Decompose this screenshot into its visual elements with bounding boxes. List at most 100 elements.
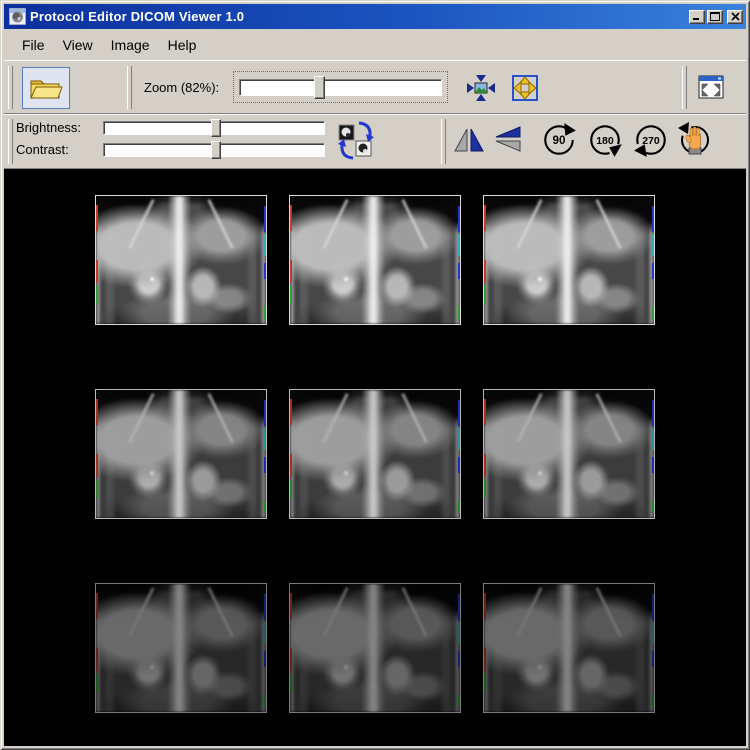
- scan-image: [484, 390, 654, 518]
- minimize-button[interactable]: [689, 9, 705, 24]
- orientation-marker-teal: [264, 428, 266, 451]
- orientation-marker-green: [484, 673, 486, 692]
- orientation-marker-blue: [264, 400, 266, 426]
- contrast-slider-track[interactable]: [103, 141, 325, 159]
- fit-to-window-button[interactable]: [466, 73, 496, 103]
- contrast-slider-thumb[interactable]: [211, 141, 222, 159]
- orientation-marker-green: [458, 694, 460, 707]
- dicom-thumbnail-r1c2[interactable]: [289, 195, 461, 325]
- brightness-slider-thumb[interactable]: [211, 119, 222, 137]
- orientation-marker-teal: [652, 234, 654, 257]
- orientation-marker-red: [290, 398, 292, 425]
- close-icon: [730, 12, 740, 21]
- orientation-marker-green: [96, 285, 98, 304]
- orientation-marker-blue: [652, 594, 654, 620]
- orientation-marker-blue: [652, 650, 654, 668]
- scan-image: [484, 584, 654, 712]
- toolbar-gripper[interactable]: [127, 66, 132, 109]
- maximize-icon: [710, 12, 720, 21]
- fullscreen-button[interactable]: [696, 73, 726, 101]
- toolbar-gripper[interactable]: [8, 66, 13, 109]
- orientation-marker-red: [96, 454, 98, 478]
- scan-image: [96, 584, 266, 712]
- rotate-180-button[interactable]: 180: [586, 121, 624, 159]
- zoom-slider[interactable]: [233, 71, 448, 103]
- free-rotate-button[interactable]: [676, 120, 714, 160]
- open-folder-icon: [30, 80, 63, 99]
- close-button[interactable]: [727, 9, 743, 24]
- zoom-slider-thumb[interactable]: [314, 76, 326, 99]
- scan-image: [290, 390, 460, 518]
- orientation-marker-green: [290, 479, 292, 498]
- flip-horizontal-button[interactable]: [452, 124, 486, 154]
- orientation-marker-green: [264, 500, 266, 513]
- orientation-marker-red: [290, 204, 292, 231]
- orientation-marker-blue: [264, 206, 266, 232]
- orientation-marker-green: [652, 694, 654, 707]
- orientation-marker-green: [652, 306, 654, 319]
- open-file-button[interactable]: [22, 67, 70, 109]
- rotate-270-button[interactable]: 270: [632, 121, 670, 159]
- image-actual-size-icon: [512, 75, 538, 101]
- orientation-marker-green: [484, 285, 486, 304]
- orientation-marker-teal: [458, 234, 460, 257]
- orientation-marker-green: [290, 673, 292, 692]
- actual-size-button[interactable]: [509, 72, 541, 104]
- dicom-thumbnail-r2c2[interactable]: [289, 389, 461, 519]
- orientation-marker-green: [96, 673, 98, 692]
- minimize-icon: [693, 18, 699, 20]
- dicom-thumbnail-r3c1[interactable]: [95, 583, 267, 713]
- dicom-thumbnail-r3c2[interactable]: [289, 583, 461, 713]
- dicom-thumbnail-r1c3[interactable]: [483, 195, 655, 325]
- flip-vertical-button[interactable]: [492, 124, 526, 154]
- orientation-marker-teal: [458, 428, 460, 451]
- orientation-marker-green: [458, 500, 460, 513]
- svg-text:270: 270: [642, 135, 660, 147]
- orientation-marker-red: [290, 648, 292, 672]
- dicom-thumbnail-r1c1[interactable]: [95, 195, 267, 325]
- dicom-thumbnail-r2c3[interactable]: [483, 389, 655, 519]
- main-toolbar: Zoom (82%):: [4, 60, 746, 114]
- scan-image: [290, 584, 460, 712]
- orientation-marker-green: [458, 306, 460, 319]
- maximize-button[interactable]: [707, 9, 723, 24]
- orientation-marker-red: [96, 260, 98, 284]
- menu-item-image[interactable]: Image: [103, 34, 158, 56]
- menu-item-file[interactable]: File: [14, 34, 53, 56]
- app-window: Protocol Editor DICOM Viewer 1.0 File Vie…: [0, 0, 750, 750]
- dicom-thumbnail-r3c3[interactable]: [483, 583, 655, 713]
- menu-item-help[interactable]: Help: [160, 34, 205, 56]
- orientation-marker-blue: [458, 456, 460, 474]
- toolbar-gripper[interactable]: [682, 66, 687, 109]
- scan-image: [96, 390, 266, 518]
- orientation-marker-red: [484, 648, 486, 672]
- zoom-slider-track[interactable]: [239, 79, 442, 96]
- rotate-hand-icon: [678, 122, 709, 155]
- dicom-thumbnail-r2c1[interactable]: [95, 389, 267, 519]
- orientation-marker-red: [290, 260, 292, 284]
- orientation-marker-blue: [264, 262, 266, 280]
- head-scan-icon: [9, 8, 26, 25]
- toolbar-gripper[interactable]: [8, 119, 13, 164]
- rotate-90-button[interactable]: 90: [540, 121, 578, 159]
- orientation-marker-blue: [652, 456, 654, 474]
- menu-bar: File View Image Help: [4, 31, 746, 59]
- orientation-marker-red: [484, 592, 486, 619]
- invert-button[interactable]: [338, 119, 374, 161]
- invert-image-icon: [338, 121, 374, 160]
- orientation-marker-teal: [264, 622, 266, 645]
- orientation-marker-blue: [458, 650, 460, 668]
- flip-horizontal-icon: [454, 128, 484, 152]
- brightness-slider-track[interactable]: [103, 119, 325, 137]
- orientation-marker-green: [96, 479, 98, 498]
- orientation-marker-red: [484, 398, 486, 425]
- scan-image: [484, 196, 654, 324]
- toolbar-gripper[interactable]: [441, 119, 446, 164]
- brightness-label: Brightness:: [16, 120, 82, 135]
- expand-window-icon: [698, 75, 724, 99]
- orientation-marker-red: [484, 204, 486, 231]
- menu-item-view[interactable]: View: [55, 34, 101, 56]
- adjust-toolbar: Brightness: Contrast: 90 180 270: [4, 113, 746, 169]
- orientation-marker-blue: [458, 594, 460, 620]
- rotate-270-icon: 270: [634, 125, 666, 157]
